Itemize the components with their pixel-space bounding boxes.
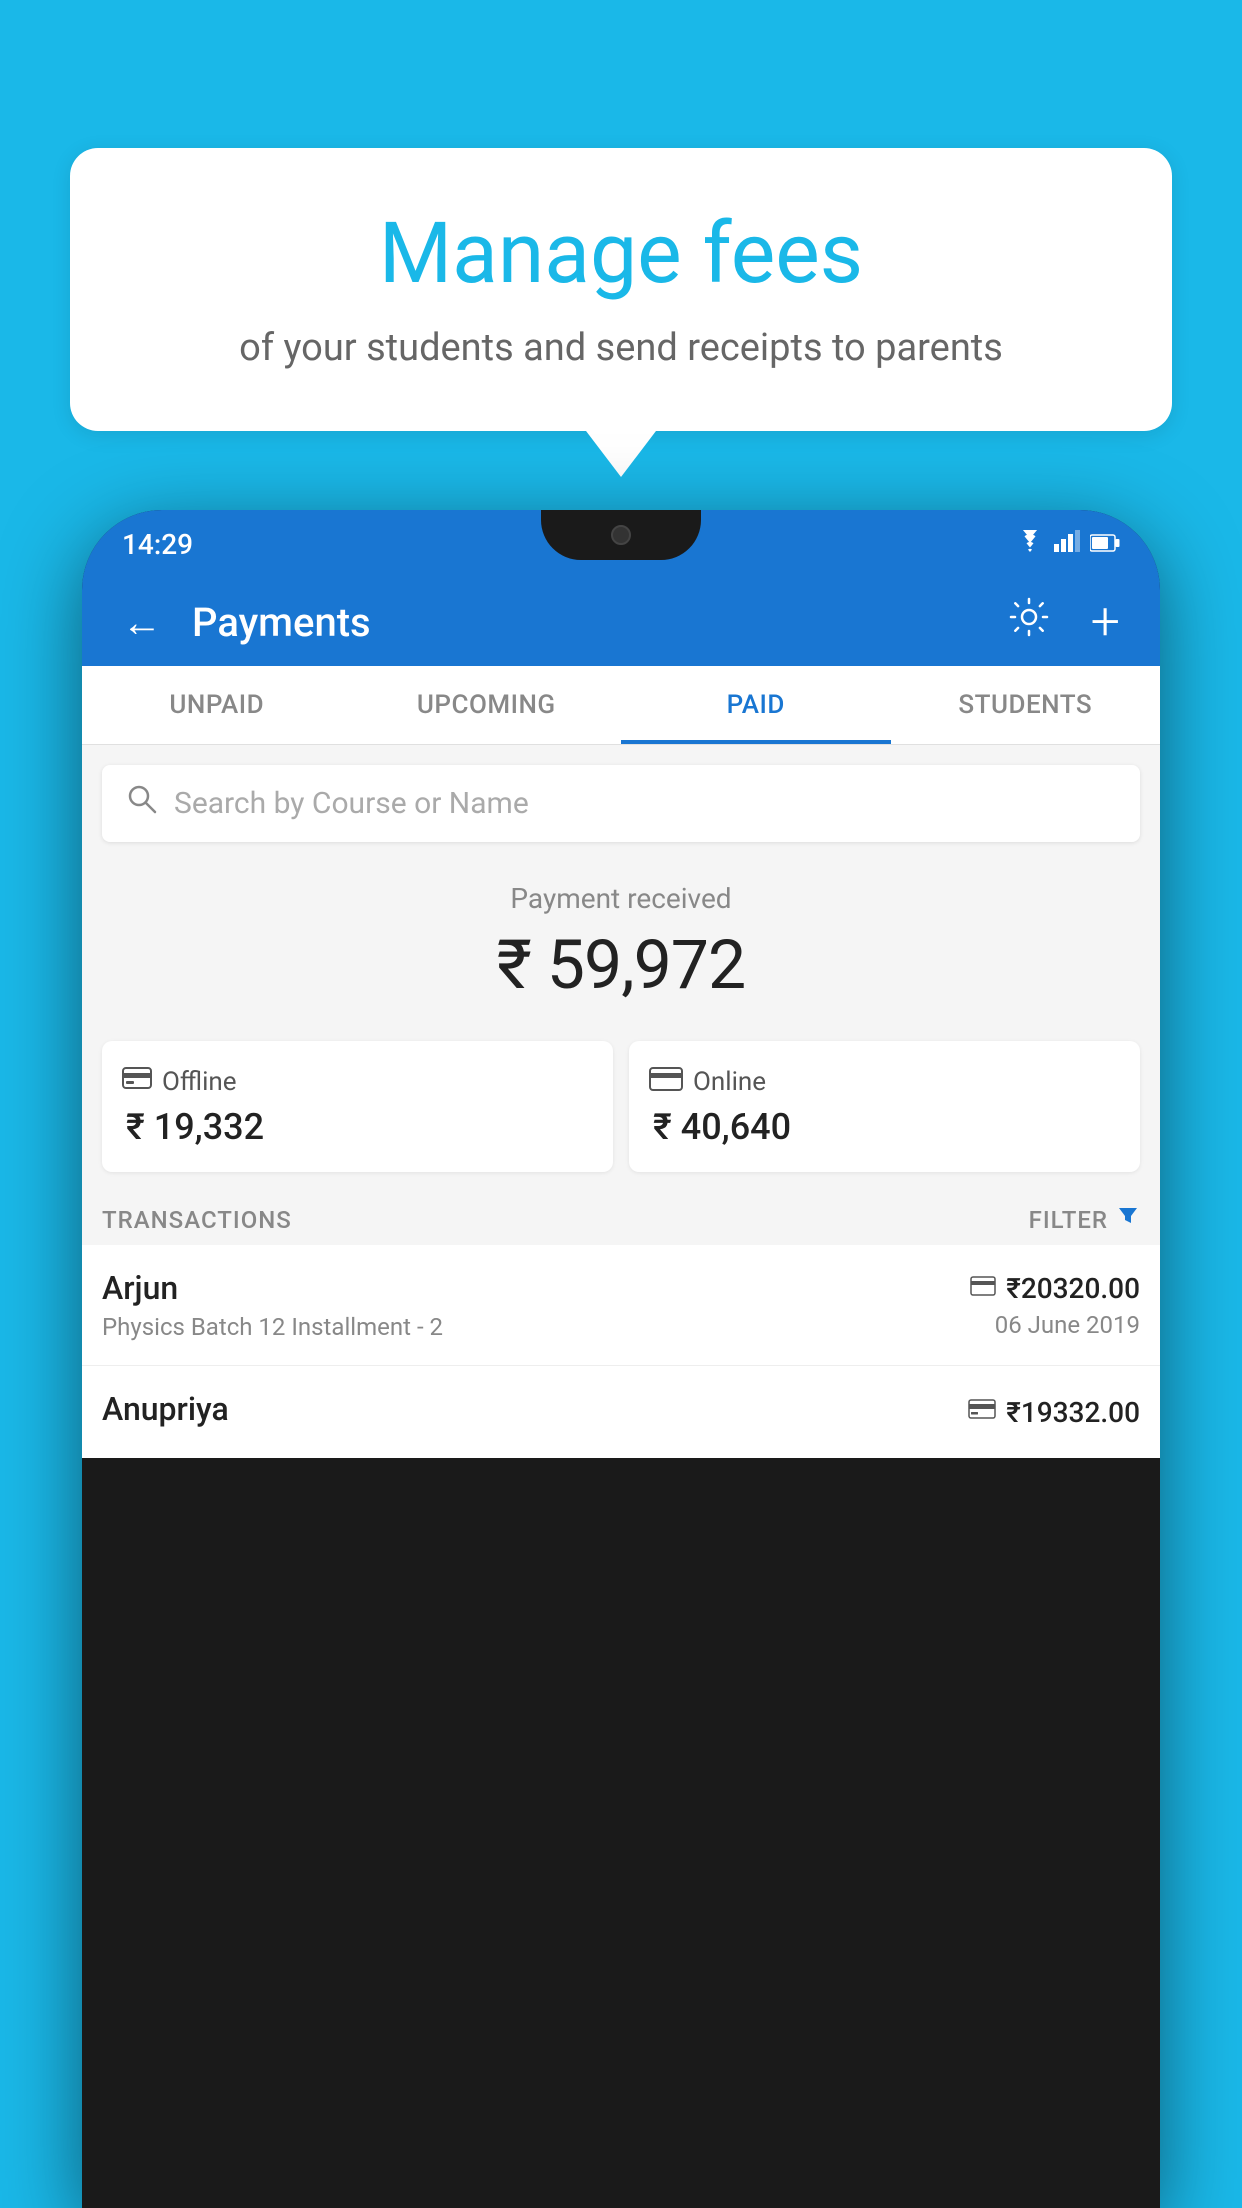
- payment-amount: ₹ 59,972: [102, 925, 1140, 1005]
- offline-icon: [122, 1065, 152, 1098]
- search-input[interactable]: Search by Course or Name: [174, 786, 529, 821]
- online-payment-card: Online ₹ 40,640: [629, 1041, 1140, 1172]
- bubble-subtitle: of your students and send receipts to pa…: [130, 322, 1112, 375]
- tab-unpaid[interactable]: UNPAID: [82, 666, 352, 744]
- filter-label: FILTER: [1029, 1206, 1108, 1234]
- app-header: ← Payments +: [82, 578, 1160, 666]
- status-bar: 14:29: [82, 510, 1160, 578]
- wifi-icon: [1016, 530, 1044, 558]
- transaction-list: Arjun Physics Batch 12 Installment - 2 ₹…: [82, 1245, 1160, 1458]
- transaction-left: Anupriya: [102, 1390, 968, 1434]
- offline-payment-icon: [968, 1397, 996, 1427]
- payment-received-label: Payment received: [102, 882, 1140, 915]
- transaction-description: Physics Batch 12 Installment - 2: [102, 1313, 970, 1341]
- status-icons: [1016, 530, 1120, 558]
- filter-icon: [1116, 1204, 1140, 1235]
- transaction-amount-row: ₹20320.00: [970, 1272, 1140, 1305]
- transaction-amount-row: ₹19332.00: [968, 1396, 1140, 1429]
- tabs-bar: UNPAID UPCOMING PAID STUDENTS: [82, 666, 1160, 745]
- back-button[interactable]: ←: [112, 589, 172, 656]
- speech-bubble: Manage fees of your students and send re…: [70, 148, 1172, 431]
- phone-frame: 14:29: [82, 510, 1160, 2208]
- tab-upcoming[interactable]: UPCOMING: [352, 666, 622, 744]
- table-row[interactable]: Anupriya ₹19332.00: [82, 1366, 1160, 1458]
- search-bar[interactable]: Search by Course or Name: [102, 765, 1140, 842]
- search-icon: [126, 783, 158, 824]
- payment-method-cards: Offline ₹ 19,332 Online ₹ 40,640: [82, 1025, 1160, 1188]
- bubble-title: Manage fees: [130, 208, 1112, 300]
- online-label: Online: [693, 1067, 766, 1097]
- transaction-name: Arjun: [102, 1269, 970, 1307]
- transaction-amount: ₹19332.00: [1006, 1396, 1140, 1429]
- transaction-date: 06 June 2019: [970, 1311, 1140, 1339]
- header-title: Payments: [192, 599, 977, 646]
- tab-paid[interactable]: PAID: [621, 666, 891, 744]
- offline-label: Offline: [162, 1067, 237, 1097]
- card-icon: [970, 1274, 996, 1302]
- transaction-right: ₹19332.00: [968, 1396, 1140, 1429]
- payment-summary: Payment received ₹ 59,972: [82, 852, 1160, 1025]
- offline-payment-card: Offline ₹ 19,332: [102, 1041, 613, 1172]
- notch: [541, 510, 701, 560]
- transaction-left: Arjun Physics Batch 12 Installment - 2: [102, 1269, 970, 1341]
- camera-dot: [611, 525, 631, 545]
- signal-icon: [1054, 530, 1080, 558]
- offline-card-header: Offline: [122, 1065, 593, 1098]
- phone-content: Search by Course or Name Payment receive…: [82, 745, 1160, 1458]
- settings-button[interactable]: [997, 585, 1061, 660]
- transaction-name: Anupriya: [102, 1390, 968, 1428]
- filter-button[interactable]: FILTER: [1029, 1204, 1140, 1235]
- transaction-right: ₹20320.00 06 June 2019: [970, 1272, 1140, 1339]
- tab-students[interactable]: STUDENTS: [891, 666, 1161, 744]
- online-card-header: Online: [649, 1065, 1120, 1098]
- transactions-header: TRANSACTIONS FILTER: [82, 1188, 1160, 1245]
- battery-icon: [1090, 530, 1120, 558]
- add-button[interactable]: +: [1081, 586, 1130, 658]
- online-amount: ₹ 40,640: [653, 1106, 1120, 1148]
- offline-amount: ₹ 19,332: [126, 1106, 593, 1148]
- transaction-amount: ₹20320.00: [1006, 1272, 1140, 1305]
- transactions-label: TRANSACTIONS: [102, 1206, 292, 1234]
- table-row[interactable]: Arjun Physics Batch 12 Installment - 2 ₹…: [82, 1245, 1160, 1366]
- status-time: 14:29: [122, 528, 193, 561]
- online-icon: [649, 1065, 683, 1098]
